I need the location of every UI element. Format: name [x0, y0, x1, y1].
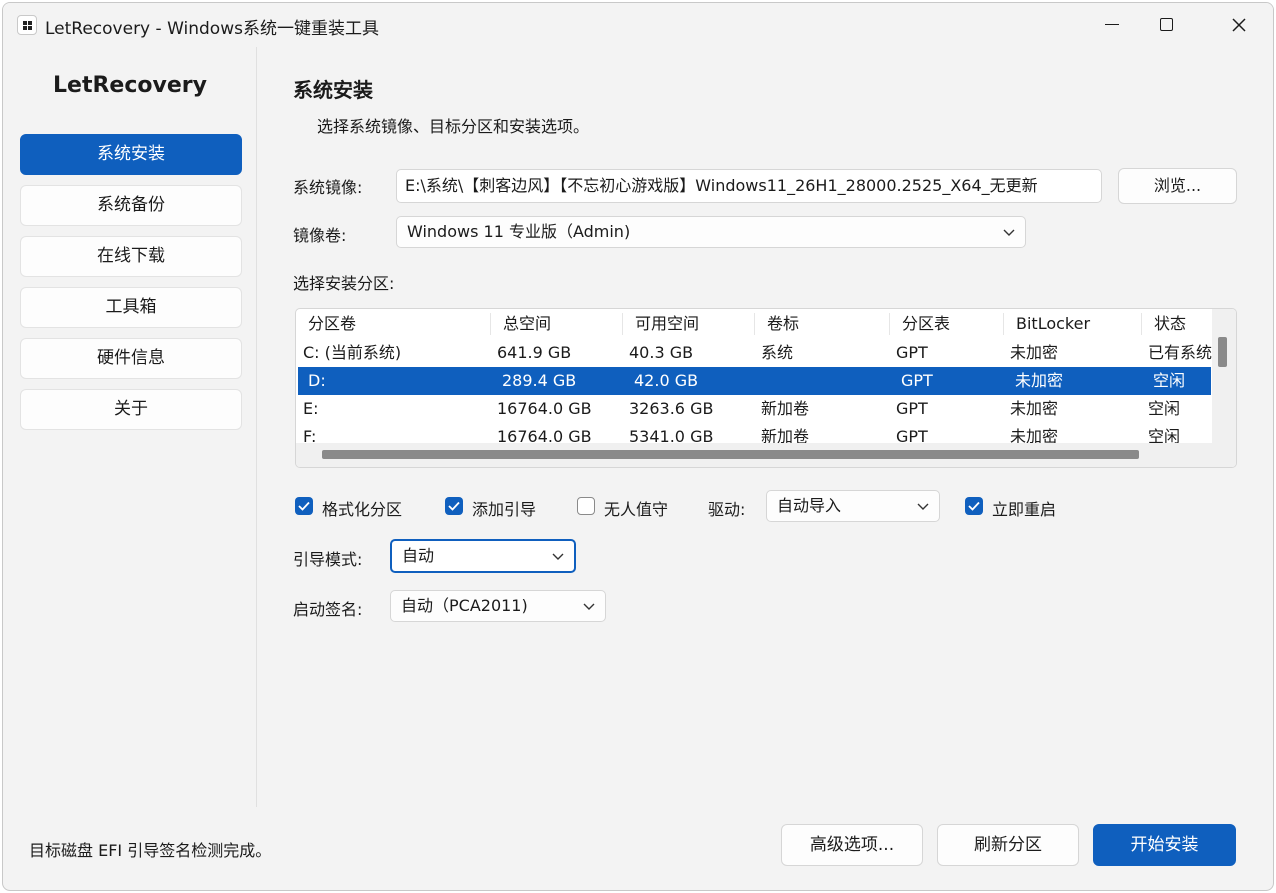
- column-header[interactable]: BitLocker: [1003, 313, 1140, 335]
- format-label[interactable]: 格式化分区: [322, 496, 402, 520]
- check-icon: [448, 501, 460, 511]
- partition-label: 选择安装分区:: [293, 274, 395, 293]
- column-header[interactable]: 可用空间: [622, 313, 753, 335]
- signature-value: 自动（PCA2011): [401, 596, 528, 615]
- page-subtitle: 选择系统镜像、目标分区和安装选项。: [317, 117, 590, 136]
- horizontal-scrollbar[interactable]: [322, 450, 1139, 459]
- table-row-selected[interactable]: D: 289.4 GB 42.0 GB GPT 未加密 空闲: [298, 367, 1211, 395]
- volume-label: 镜像卷:: [293, 226, 347, 245]
- cell: 空闲: [1153, 371, 1186, 390]
- status-text: 目标磁盘 EFI 引导签名检测完成。: [29, 841, 272, 860]
- reboot-checkbox[interactable]: [965, 497, 983, 515]
- cell: 未加密: [1010, 399, 1059, 418]
- image-label: 系统镜像:: [293, 178, 363, 197]
- table-header: 分区卷 总空间 可用空间 卷标 分区表 BitLocker 状态: [296, 309, 1212, 339]
- sidebar: LetRecovery 系统安装 系统备份 在线下载 工具箱 硬件信息 关于: [3, 47, 257, 807]
- brand-title: LetRecovery: [53, 73, 207, 98]
- maximize-icon[interactable]: [1141, 3, 1187, 47]
- sidebar-item-hardware[interactable]: 硬件信息: [20, 338, 242, 379]
- driver-label: 驱动:: [708, 500, 746, 519]
- driver-select-value: 自动导入: [777, 496, 842, 515]
- cell: GPT: [896, 399, 928, 418]
- app-logo-icon: [17, 15, 37, 35]
- chevron-down-icon: [552, 553, 564, 560]
- column-header[interactable]: 卷标: [754, 313, 888, 335]
- cell: 40.3 GB: [629, 343, 694, 362]
- add-boot-checkbox[interactable]: [445, 497, 463, 515]
- chevron-down-icon: [1003, 229, 1015, 236]
- partition-table[interactable]: 分区卷 总空间 可用空间 卷标 分区表 BitLocker 状态 C: (当前系…: [295, 308, 1237, 468]
- reboot-label[interactable]: 立即重启: [992, 496, 1056, 520]
- cell: 未加密: [1015, 371, 1064, 390]
- refresh-partitions-button[interactable]: 刷新分区: [937, 824, 1079, 866]
- sidebar-nav: 系统安装 系统备份 在线下载 工具箱 硬件信息 关于: [20, 134, 242, 440]
- unattended-label[interactable]: 无人值守: [604, 496, 668, 520]
- cell: 空闲: [1148, 399, 1181, 418]
- close-icon[interactable]: [1213, 3, 1259, 47]
- vertical-scrollbar[interactable]: [1218, 337, 1227, 367]
- unattended-checkbox[interactable]: [577, 497, 595, 515]
- table-row[interactable]: E: 16764.0 GB 3263.6 GB 新加卷 GPT 未加密 空闲: [298, 395, 1211, 423]
- main-panel: 系统安装 选择系统镜像、目标分区和安装选项。 系统镜像: E:\系统\【刺客边风…: [259, 47, 1273, 807]
- volume-select[interactable]: Windows 11 专业版（Admin): [396, 216, 1026, 248]
- cell: 系统: [761, 343, 794, 362]
- signature-select[interactable]: 自动（PCA2011): [390, 590, 606, 622]
- sidebar-item-about[interactable]: 关于: [20, 389, 242, 430]
- cell: 新加卷: [761, 399, 810, 418]
- cell: 289.4 GB: [502, 371, 577, 390]
- page-title: 系统安装: [293, 78, 373, 102]
- column-header[interactable]: 总空间: [490, 313, 621, 335]
- boot-mode-value: 自动: [402, 546, 435, 565]
- cell: GPT: [901, 371, 933, 390]
- boot-mode-select[interactable]: 自动: [390, 539, 576, 573]
- vertical-scrollbar-track: [1212, 309, 1236, 443]
- volume-select-value: Windows 11 专业版（Admin): [407, 222, 631, 241]
- window-title: LetRecovery - Windows系统一键重装工具: [45, 19, 379, 39]
- column-header[interactable]: 分区卷: [296, 313, 489, 335]
- cell: 3263.6 GB: [629, 399, 714, 418]
- cell: 已有系统: [1148, 343, 1213, 362]
- add-boot-label[interactable]: 添加引导: [472, 496, 536, 520]
- driver-select[interactable]: 自动导入: [766, 490, 940, 522]
- cell: 未加密: [1010, 343, 1059, 362]
- minimize-icon[interactable]: [1095, 3, 1141, 47]
- cell: 42.0 GB: [634, 371, 699, 390]
- start-install-button[interactable]: 开始安装: [1093, 824, 1236, 866]
- sidebar-item-backup[interactable]: 系统备份: [20, 185, 242, 226]
- image-path-field[interactable]: E:\系统\【刺客边风】【不忘初心游戏版】Windows11_26H1_2800…: [396, 169, 1102, 203]
- sidebar-item-toolbox[interactable]: 工具箱: [20, 287, 242, 328]
- column-header[interactable]: 状态: [1141, 313, 1212, 335]
- cell: 641.9 GB: [497, 343, 572, 362]
- boot-mode-label: 引导模式:: [293, 550, 363, 569]
- column-header[interactable]: 分区表: [889, 313, 1002, 335]
- check-icon: [298, 501, 310, 511]
- sidebar-item-install[interactable]: 系统安装: [20, 134, 242, 175]
- chevron-down-icon: [917, 503, 929, 510]
- cell: D:: [308, 371, 326, 390]
- title-bar: LetRecovery - Windows系统一键重装工具: [3, 3, 1273, 47]
- table-row[interactable]: C: (当前系统) 641.9 GB 40.3 GB 系统 GPT 未加密 已有…: [298, 339, 1213, 367]
- browse-button[interactable]: 浏览...: [1118, 168, 1237, 204]
- format-checkbox[interactable]: [295, 497, 313, 515]
- cell: E:: [303, 399, 319, 418]
- sidebar-item-download[interactable]: 在线下载: [20, 236, 242, 277]
- cell: GPT: [896, 343, 928, 362]
- signature-label: 启动签名:: [293, 600, 363, 619]
- cell: 16764.0 GB: [497, 399, 592, 418]
- chevron-down-icon: [583, 603, 595, 610]
- app-window: LetRecovery - Windows系统一键重装工具 LetRecover…: [2, 2, 1274, 891]
- advanced-options-button[interactable]: 高级选项...: [781, 824, 923, 866]
- cell: C: (当前系统): [303, 343, 402, 362]
- check-icon: [968, 501, 980, 511]
